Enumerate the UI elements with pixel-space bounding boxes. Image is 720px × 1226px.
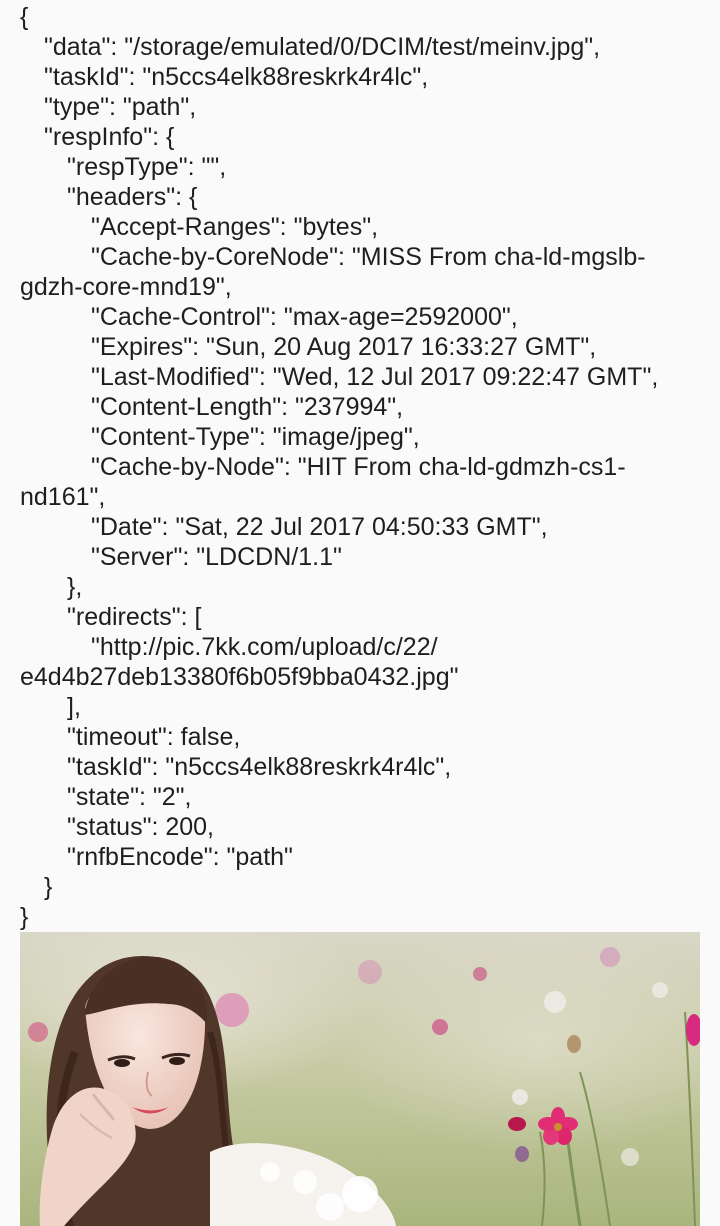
json-line: "Expires": "Sun, 20 Aug 2017 16:33:27 GM… bbox=[91, 333, 597, 361]
json-line: "respType": "", bbox=[67, 153, 227, 181]
json-line: "status": 200, bbox=[67, 813, 214, 841]
json-line: "Content-Type": "image/jpeg", bbox=[91, 423, 420, 451]
json-line: "Server": "LDCDN/1.1" bbox=[91, 543, 342, 571]
json-line: "Accept-Ranges": "bytes", bbox=[91, 213, 379, 241]
json-line: "Last-Modified": "Wed, 12 Jul 2017 09:22… bbox=[91, 363, 659, 391]
json-line: nd161", bbox=[20, 483, 106, 511]
response-json-text: { "data": "/storage/emulated/0/DCIM/test… bbox=[0, 0, 720, 931]
json-line: } bbox=[44, 873, 53, 901]
json-line: "data": "/storage/emulated/0/DCIM/test/m… bbox=[44, 33, 601, 61]
json-line: "headers": { bbox=[67, 183, 198, 211]
json-line: "taskId": "n5ccs4elk88reskrk4r4lc", bbox=[44, 63, 429, 91]
json-line: "state": "2", bbox=[67, 783, 192, 811]
json-line: "Cache-Control": "max-age=2592000", bbox=[91, 303, 518, 331]
json-line: } bbox=[20, 903, 29, 931]
json-line: "timeout": false, bbox=[67, 723, 241, 751]
json-line: "rnfbEncode": "path" bbox=[67, 843, 293, 871]
json-line: { bbox=[20, 3, 29, 31]
json-line: e4d4b27deb13380f6b05f9bba0432.jpg" bbox=[20, 663, 459, 691]
json-line: "taskId": "n5ccs4elk88reskrk4r4lc", bbox=[67, 753, 452, 781]
json-line: ], bbox=[67, 693, 81, 721]
json-line: gdzh-core-mnd19", bbox=[20, 273, 232, 301]
portrait-photo bbox=[20, 932, 700, 1226]
json-line: "http://pic.7kk.com/upload/c/22/ bbox=[91, 633, 438, 661]
json-line: "redirects": [ bbox=[67, 603, 202, 631]
json-line: }, bbox=[67, 573, 83, 601]
json-line: "Date": "Sat, 22 Jul 2017 04:50:33 GMT", bbox=[91, 513, 548, 541]
json-line: "Content-Length": "237994", bbox=[91, 393, 404, 421]
json-line: "Cache-by-Node": "HIT From cha-ld-gdmzh-… bbox=[91, 453, 626, 481]
json-line: "Cache-by-CoreNode": "MISS From cha-ld-m… bbox=[91, 243, 646, 271]
portrait-photo-illustration bbox=[20, 932, 700, 1226]
json-line: "type": "path", bbox=[44, 93, 197, 121]
json-line: "respInfo": { bbox=[44, 123, 175, 151]
